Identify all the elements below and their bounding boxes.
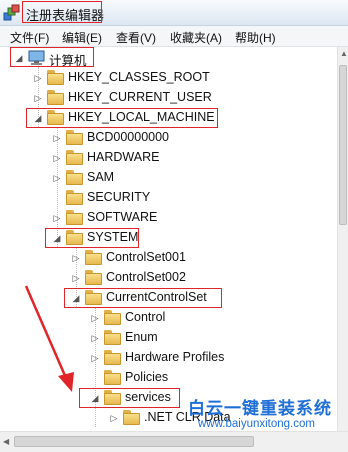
menu-favorites[interactable]: 收藏夹(A) [170, 29, 222, 46]
expand-arrow-icon[interactable]: ▷ [52, 172, 62, 184]
expand-arrow-icon[interactable]: ▷ [109, 412, 119, 424]
expand-arrow-icon[interactable]: ▷ [90, 352, 100, 364]
registry-editor-icon [3, 4, 20, 21]
expand-arrow-icon[interactable]: ▷ [33, 72, 43, 84]
scroll-up-icon[interactable]: ▲ [340, 49, 348, 58]
tree-node-hkcr[interactable]: ▷ HKEY_CLASSES_ROOT [0, 68, 337, 88]
tree-label: SECURITY [87, 190, 151, 204]
tree-node-controlset002[interactable]: ▷ ControlSet002 [0, 268, 337, 288]
menu-view[interactable]: 查看(V) [116, 29, 156, 46]
vertical-scroll-thumb[interactable] [339, 65, 347, 225]
expand-arrow-icon[interactable]: ▷ [71, 252, 81, 264]
tree-node-controlset001[interactable]: ▷ ControlSet001 [0, 248, 337, 268]
tree-node-policies[interactable]: Policies [0, 368, 337, 388]
tree-node-sam[interactable]: ▷ SAM [0, 168, 337, 188]
watermark-title: 白云一键重装系统 [188, 399, 332, 418]
tree-node-control[interactable]: ▷ Control [0, 308, 337, 328]
expand-arrow-icon[interactable]: ▷ [52, 132, 62, 144]
watermark: 白云一键重装系统 www.baiyunxitong.com [188, 394, 348, 436]
vertical-scrollbar[interactable]: ▲ [337, 47, 348, 431]
folder-icon [123, 410, 140, 425]
folder-icon [104, 330, 121, 345]
tree-node-software[interactable]: ▷ SOFTWARE [0, 208, 337, 228]
tree-label: Enum [125, 330, 158, 344]
watermark-url: www.baiyunxitong.com [198, 418, 315, 430]
horizontal-scroll-thumb[interactable] [14, 436, 254, 447]
title-highlight [22, 1, 102, 23]
expand-arrow-icon[interactable]: ▷ [90, 332, 100, 344]
folder-icon [104, 350, 121, 365]
menu-help[interactable]: 帮助(H) [235, 29, 276, 46]
tree-node-security[interactable]: SECURITY [0, 188, 337, 208]
tree-label: HKEY_CURRENT_USER [68, 90, 212, 104]
highlight-currentcontrolset [64, 288, 222, 308]
tree-label: BCD00000000 [87, 130, 170, 144]
tree-node-bcd[interactable]: ▷ BCD00000000 [0, 128, 337, 148]
expand-arrow-icon[interactable]: ▷ [52, 152, 62, 164]
expand-arrow-icon[interactable]: ▷ [33, 92, 43, 104]
expand-arrow-icon[interactable]: ▷ [52, 212, 62, 224]
folder-icon [66, 190, 83, 205]
tree-label: HKEY_CLASSES_ROOT [68, 70, 210, 84]
tree-node-hardware[interactable]: ▷ HARDWARE [0, 148, 337, 168]
tree-label: SOFTWARE [87, 210, 158, 224]
folder-icon [66, 130, 83, 145]
tree-node-hardware-profiles[interactable]: ▷ Hardware Profiles [0, 348, 337, 368]
tree-node-enum[interactable]: ▷ Enum [0, 328, 337, 348]
tree-label: HARDWARE [87, 150, 160, 164]
tree-node-hkcu[interactable]: ▷ HKEY_CURRENT_USER [0, 88, 337, 108]
tree-label: ControlSet002 [106, 270, 186, 284]
folder-icon [66, 210, 83, 225]
highlight-system [45, 228, 139, 248]
highlight-hklm [26, 108, 218, 128]
tree-label: SAM [87, 170, 115, 184]
folder-icon [47, 90, 64, 105]
folder-icon [47, 70, 64, 85]
folder-icon [66, 170, 83, 185]
folder-icon [104, 310, 121, 325]
menu-edit[interactable]: 编辑(E) [62, 29, 102, 46]
expand-arrow-icon[interactable]: ▷ [90, 312, 100, 324]
scroll-left-icon[interactable]: ◀ [3, 437, 9, 446]
tree-label: Policies [125, 370, 169, 384]
menu-file[interactable]: 文件(F) [10, 29, 49, 46]
tree-label: Hardware Profiles [125, 350, 225, 364]
folder-icon [66, 150, 83, 165]
highlight-computer [10, 47, 94, 67]
folder-icon [85, 250, 102, 265]
folder-icon [85, 270, 102, 285]
expand-arrow-icon[interactable]: ▷ [71, 272, 81, 284]
folder-icon [104, 370, 121, 385]
tree-label: ControlSet001 [106, 250, 186, 264]
highlight-services [79, 388, 180, 408]
menu-bar: 文件(F) 编辑(E) 查看(V) 收藏夹(A) 帮助(H) [0, 26, 348, 47]
tree-label: Control [125, 310, 166, 324]
